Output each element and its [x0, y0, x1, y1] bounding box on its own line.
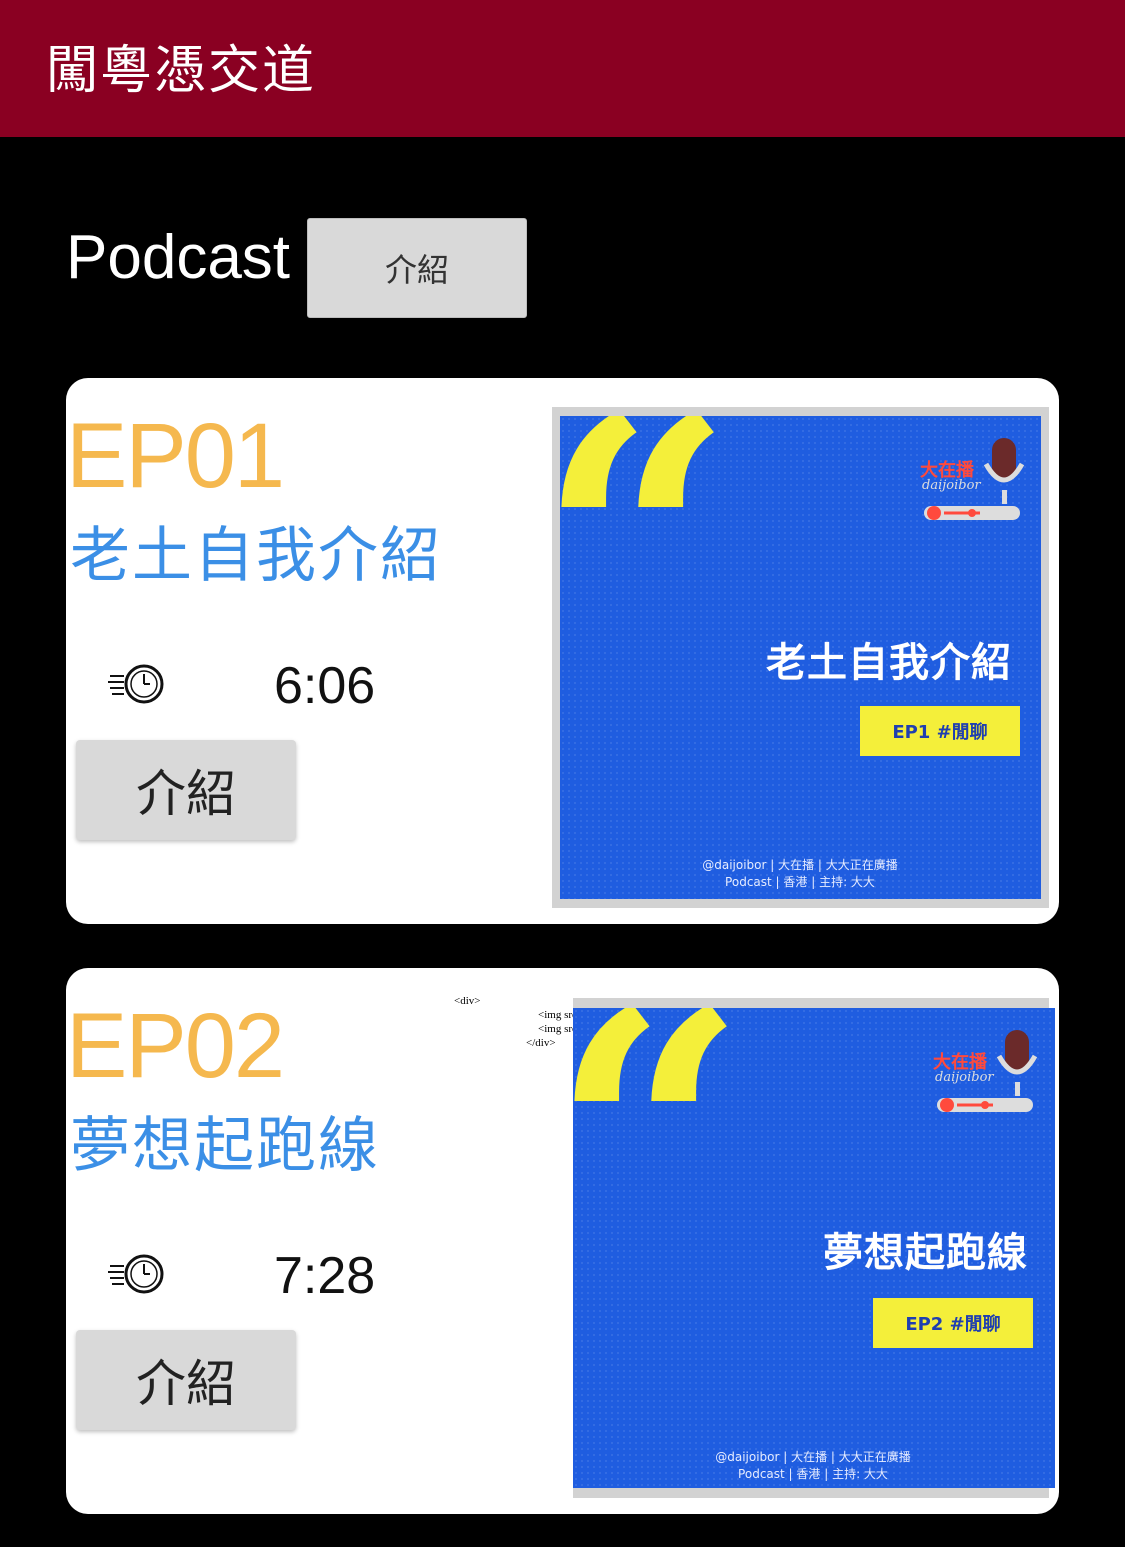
episode-intro-button[interactable]: 介紹	[76, 740, 296, 840]
cover-tag: EP2 #閒聊	[873, 1298, 1033, 1348]
episode-card-1: EP01 老土自我介紹 6:06 介紹 “ 大在播 daijoibor	[66, 378, 1059, 924]
cover-title: 夢想起跑線	[823, 1230, 1028, 1276]
episode-number: EP01	[66, 405, 285, 507]
episode-title: 老土自我介紹	[70, 521, 442, 591]
episode-intro-button[interactable]: 介紹	[76, 1330, 296, 1430]
episode-number: EP02	[66, 995, 285, 1097]
clock-icon	[108, 664, 164, 704]
episode-card-2: EP02 夢想起跑線 7:28 介紹 <div><img src="images…	[66, 968, 1059, 1514]
app-title: 闖粵憑交道	[46, 41, 317, 101]
cover-footer: @daijoibor | 大在播 | 大大正在廣播 Podcast | 香港 |…	[702, 858, 898, 889]
episode-duration: 7:28	[274, 1247, 376, 1305]
cover-tag: EP1 #閒聊	[860, 706, 1020, 756]
episode-title: 夢想起跑線	[70, 1111, 380, 1181]
cover-title: 老土自我介紹	[766, 640, 1012, 686]
quote-mark-icon: “	[560, 416, 734, 714]
episode-cover-image[interactable]: “ 大在播 daijoibor 夢想起跑線 EP2 #閒聊 @daijoibor…	[573, 1008, 1055, 1488]
episode-cover-image[interactable]: “ 大在播 daijoibor 老土自我介紹 EP1 #閒聊 @daijoibo…	[560, 416, 1041, 899]
podcast-logo: 大在播 daijoibor	[920, 430, 1030, 530]
podcast-logo: 大在播 daijoibor	[933, 1022, 1043, 1122]
section-heading: Podcast	[66, 223, 291, 292]
quote-mark-icon: “	[573, 1008, 747, 1308]
episode-duration: 6:06	[274, 657, 376, 715]
clock-icon	[108, 1254, 164, 1294]
cover-footer: @daijoibor | 大在播 | 大大正在廣播 Podcast | 香港 |…	[715, 1450, 911, 1481]
podcast-intro-button[interactable]: 介紹	[307, 218, 527, 318]
top-bar: 闖粵憑交道	[0, 0, 1125, 137]
